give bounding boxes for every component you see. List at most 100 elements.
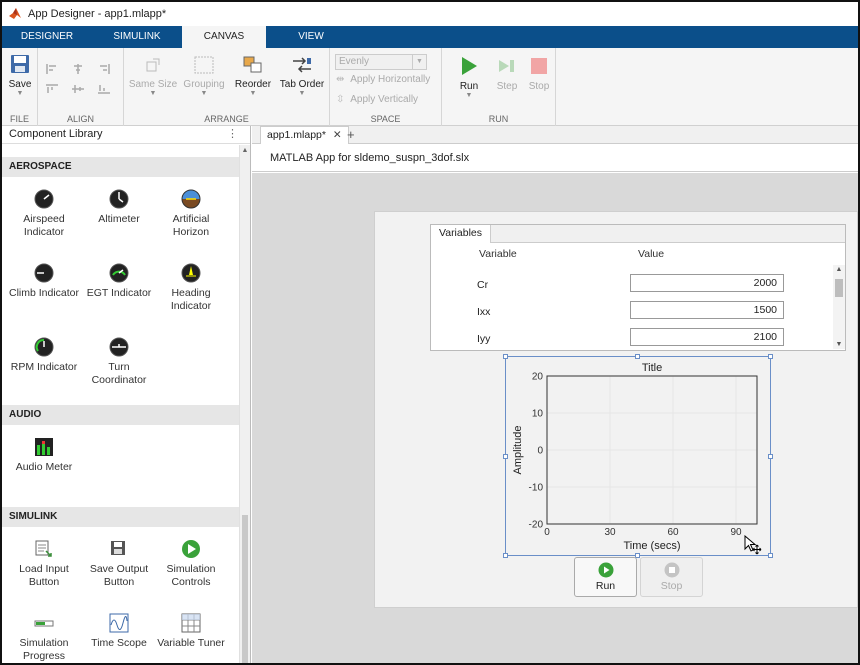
resize-handle[interactable]: [635, 354, 640, 359]
stop-button-toolstrip[interactable]: Stop: [524, 56, 554, 92]
time-scope-icon: [109, 613, 129, 633]
save-label: Save: [8, 79, 32, 90]
run-button[interactable]: Run ▼: [454, 56, 484, 100]
align-bottom-icon[interactable]: [98, 84, 110, 94]
more-options-icon[interactable]: ⋮: [227, 126, 238, 143]
tab-designer[interactable]: DESIGNER: [2, 26, 92, 48]
library-scrollbar[interactable]: ▲: [239, 145, 250, 663]
apply-horizontally-button[interactable]: ⇹ Apply Horizontally: [336, 74, 430, 85]
component-time-scope[interactable]: Time Scope: [82, 613, 156, 650]
egt-gauge-icon: [109, 263, 129, 283]
variable-value-field[interactable]: 2100: [630, 328, 784, 346]
scroll-up-icon[interactable]: ▲: [833, 266, 845, 273]
apply-vertically-label: Apply Vertically: [350, 94, 419, 105]
resize-handle[interactable]: [503, 553, 508, 558]
resize-handle[interactable]: [503, 354, 508, 359]
spacing-dropdown[interactable]: Evenly ▼: [335, 54, 427, 70]
space-vertical-icon: ⇳: [336, 94, 345, 105]
category-aerospace[interactable]: AEROSPACE: [2, 157, 240, 177]
app-window: App Designer - app1.mlapp* DESIGNER SIMU…: [0, 0, 860, 665]
run-button-label: Run: [595, 580, 616, 592]
document-tab-label: app1.mlapp*: [267, 129, 326, 141]
category-simulink[interactable]: SIMULINK: [2, 507, 240, 527]
component-rpm-indicator[interactable]: RPM Indicator: [7, 337, 81, 374]
variable-name: Cr: [477, 279, 489, 291]
tab-simulink[interactable]: SIMULINK: [92, 26, 182, 48]
component-airspeed-indicator[interactable]: Airspeed Indicator: [7, 189, 81, 239]
align-top-icon[interactable]: [46, 84, 58, 94]
component-heading-indicator[interactable]: Heading Indicator: [154, 263, 228, 313]
grouping-label: Grouping: [183, 79, 225, 90]
chevron-down-icon: ▼: [412, 55, 426, 69]
component-turn-coordinator[interactable]: Turn Coordinator: [82, 337, 156, 387]
component-library-header: Component Library ⋮: [2, 126, 250, 144]
tab-order-button[interactable]: Tab Order ▼: [276, 56, 328, 98]
component-variable-tuner[interactable]: Variable Tuner: [154, 613, 228, 650]
step-label: Step: [496, 81, 518, 92]
component-save-output-button[interactable]: Save Output Button: [82, 539, 156, 589]
align-left-icon[interactable]: [46, 64, 58, 74]
heading-gauge-icon: [181, 263, 201, 283]
arrange-group: Same Size ▼ Grouping ▼ Reorder ▼ Tab Ord…: [124, 48, 330, 126]
space-group-label: SPACE: [370, 114, 401, 124]
audio-meter-icon: [35, 438, 53, 456]
align-group: ALIGN: [38, 48, 124, 126]
component-egt-indicator[interactable]: EGT Indicator: [82, 263, 156, 300]
reorder-button[interactable]: Reorder ▼: [230, 56, 276, 98]
reorder-label: Reorder: [234, 79, 272, 90]
load-input-icon: [35, 540, 52, 557]
tab-variables[interactable]: Variables: [431, 225, 491, 243]
variables-scrollbar[interactable]: ▲ ▼: [833, 265, 845, 349]
scroll-down-icon[interactable]: ▼: [833, 341, 845, 348]
run-button-app[interactable]: Run: [574, 557, 637, 597]
variable-value-field[interactable]: 1500: [630, 301, 784, 319]
document-tab[interactable]: app1.mlapp* ✕: [260, 126, 349, 144]
grouping-icon: [194, 56, 214, 74]
variables-tab-bar: Variables: [431, 225, 845, 243]
tab-canvas[interactable]: CANVAS: [182, 26, 266, 48]
run-group-label: RUN: [488, 114, 509, 124]
component-altimeter[interactable]: Altimeter: [82, 189, 156, 226]
matlab-logo-icon: [9, 8, 21, 19]
stop-icon: [664, 562, 679, 578]
grouping-button[interactable]: Grouping ▼: [180, 56, 228, 98]
component-simulation-controls[interactable]: Simulation Controls: [154, 539, 228, 589]
airspeed-gauge-icon: [34, 189, 54, 209]
resize-handle[interactable]: [768, 354, 773, 359]
simulation-progress-icon: [34, 620, 54, 627]
resize-handle[interactable]: [503, 454, 508, 459]
step-button[interactable]: Step: [492, 56, 522, 92]
resize-handle[interactable]: [768, 454, 773, 459]
stop-label: Stop: [528, 81, 550, 92]
component-audio-meter[interactable]: Audio Meter: [7, 437, 81, 474]
align-middle-icon[interactable]: [72, 84, 84, 94]
scrollbar-thumb[interactable]: [242, 515, 248, 663]
align-center-icon[interactable]: [72, 64, 84, 74]
add-tab-icon[interactable]: +: [347, 126, 355, 143]
scrollbar-thumb[interactable]: [835, 279, 843, 297]
save-button[interactable]: Save ▼: [6, 54, 34, 98]
component-simulation-progress[interactable]: Simulation Progress: [7, 613, 81, 663]
component-artificial-horizon[interactable]: Artificial Horizon: [154, 189, 228, 239]
tab-view[interactable]: VIEW: [266, 26, 356, 48]
component-climb-indicator[interactable]: Climb Indicator: [7, 263, 81, 300]
space-group: Evenly ▼ ⇹ Apply Horizontally ⇳ Apply Ve…: [330, 48, 442, 126]
scroll-up-icon[interactable]: ▲: [240, 147, 250, 154]
stop-button-app[interactable]: Stop: [640, 557, 703, 597]
space-horizontal-icon: ⇹: [336, 74, 345, 85]
same-size-button[interactable]: Same Size ▼: [128, 56, 178, 98]
close-icon[interactable]: ✕: [333, 129, 342, 141]
window-title: App Designer - app1.mlapp*: [28, 8, 167, 20]
category-audio[interactable]: AUDIO: [2, 405, 240, 425]
toolstrip-tabs: DESIGNER SIMULINK CANVAS VIEW: [2, 26, 858, 48]
variable-value-field[interactable]: 2000: [630, 274, 784, 292]
component-load-input-button[interactable]: Load Input Button: [7, 539, 81, 589]
move-cursor-icon: [744, 535, 762, 555]
file-group: Save ▼ FILE: [2, 48, 38, 126]
align-group-label: ALIGN: [66, 114, 94, 124]
apply-vertically-button[interactable]: ⇳ Apply Vertically: [336, 94, 418, 105]
align-right-icon[interactable]: [98, 64, 110, 74]
play-icon: [462, 57, 477, 75]
resize-handle[interactable]: [768, 553, 773, 558]
document-title: MATLAB App for sldemo_suspn_3dof.slx: [252, 144, 858, 172]
